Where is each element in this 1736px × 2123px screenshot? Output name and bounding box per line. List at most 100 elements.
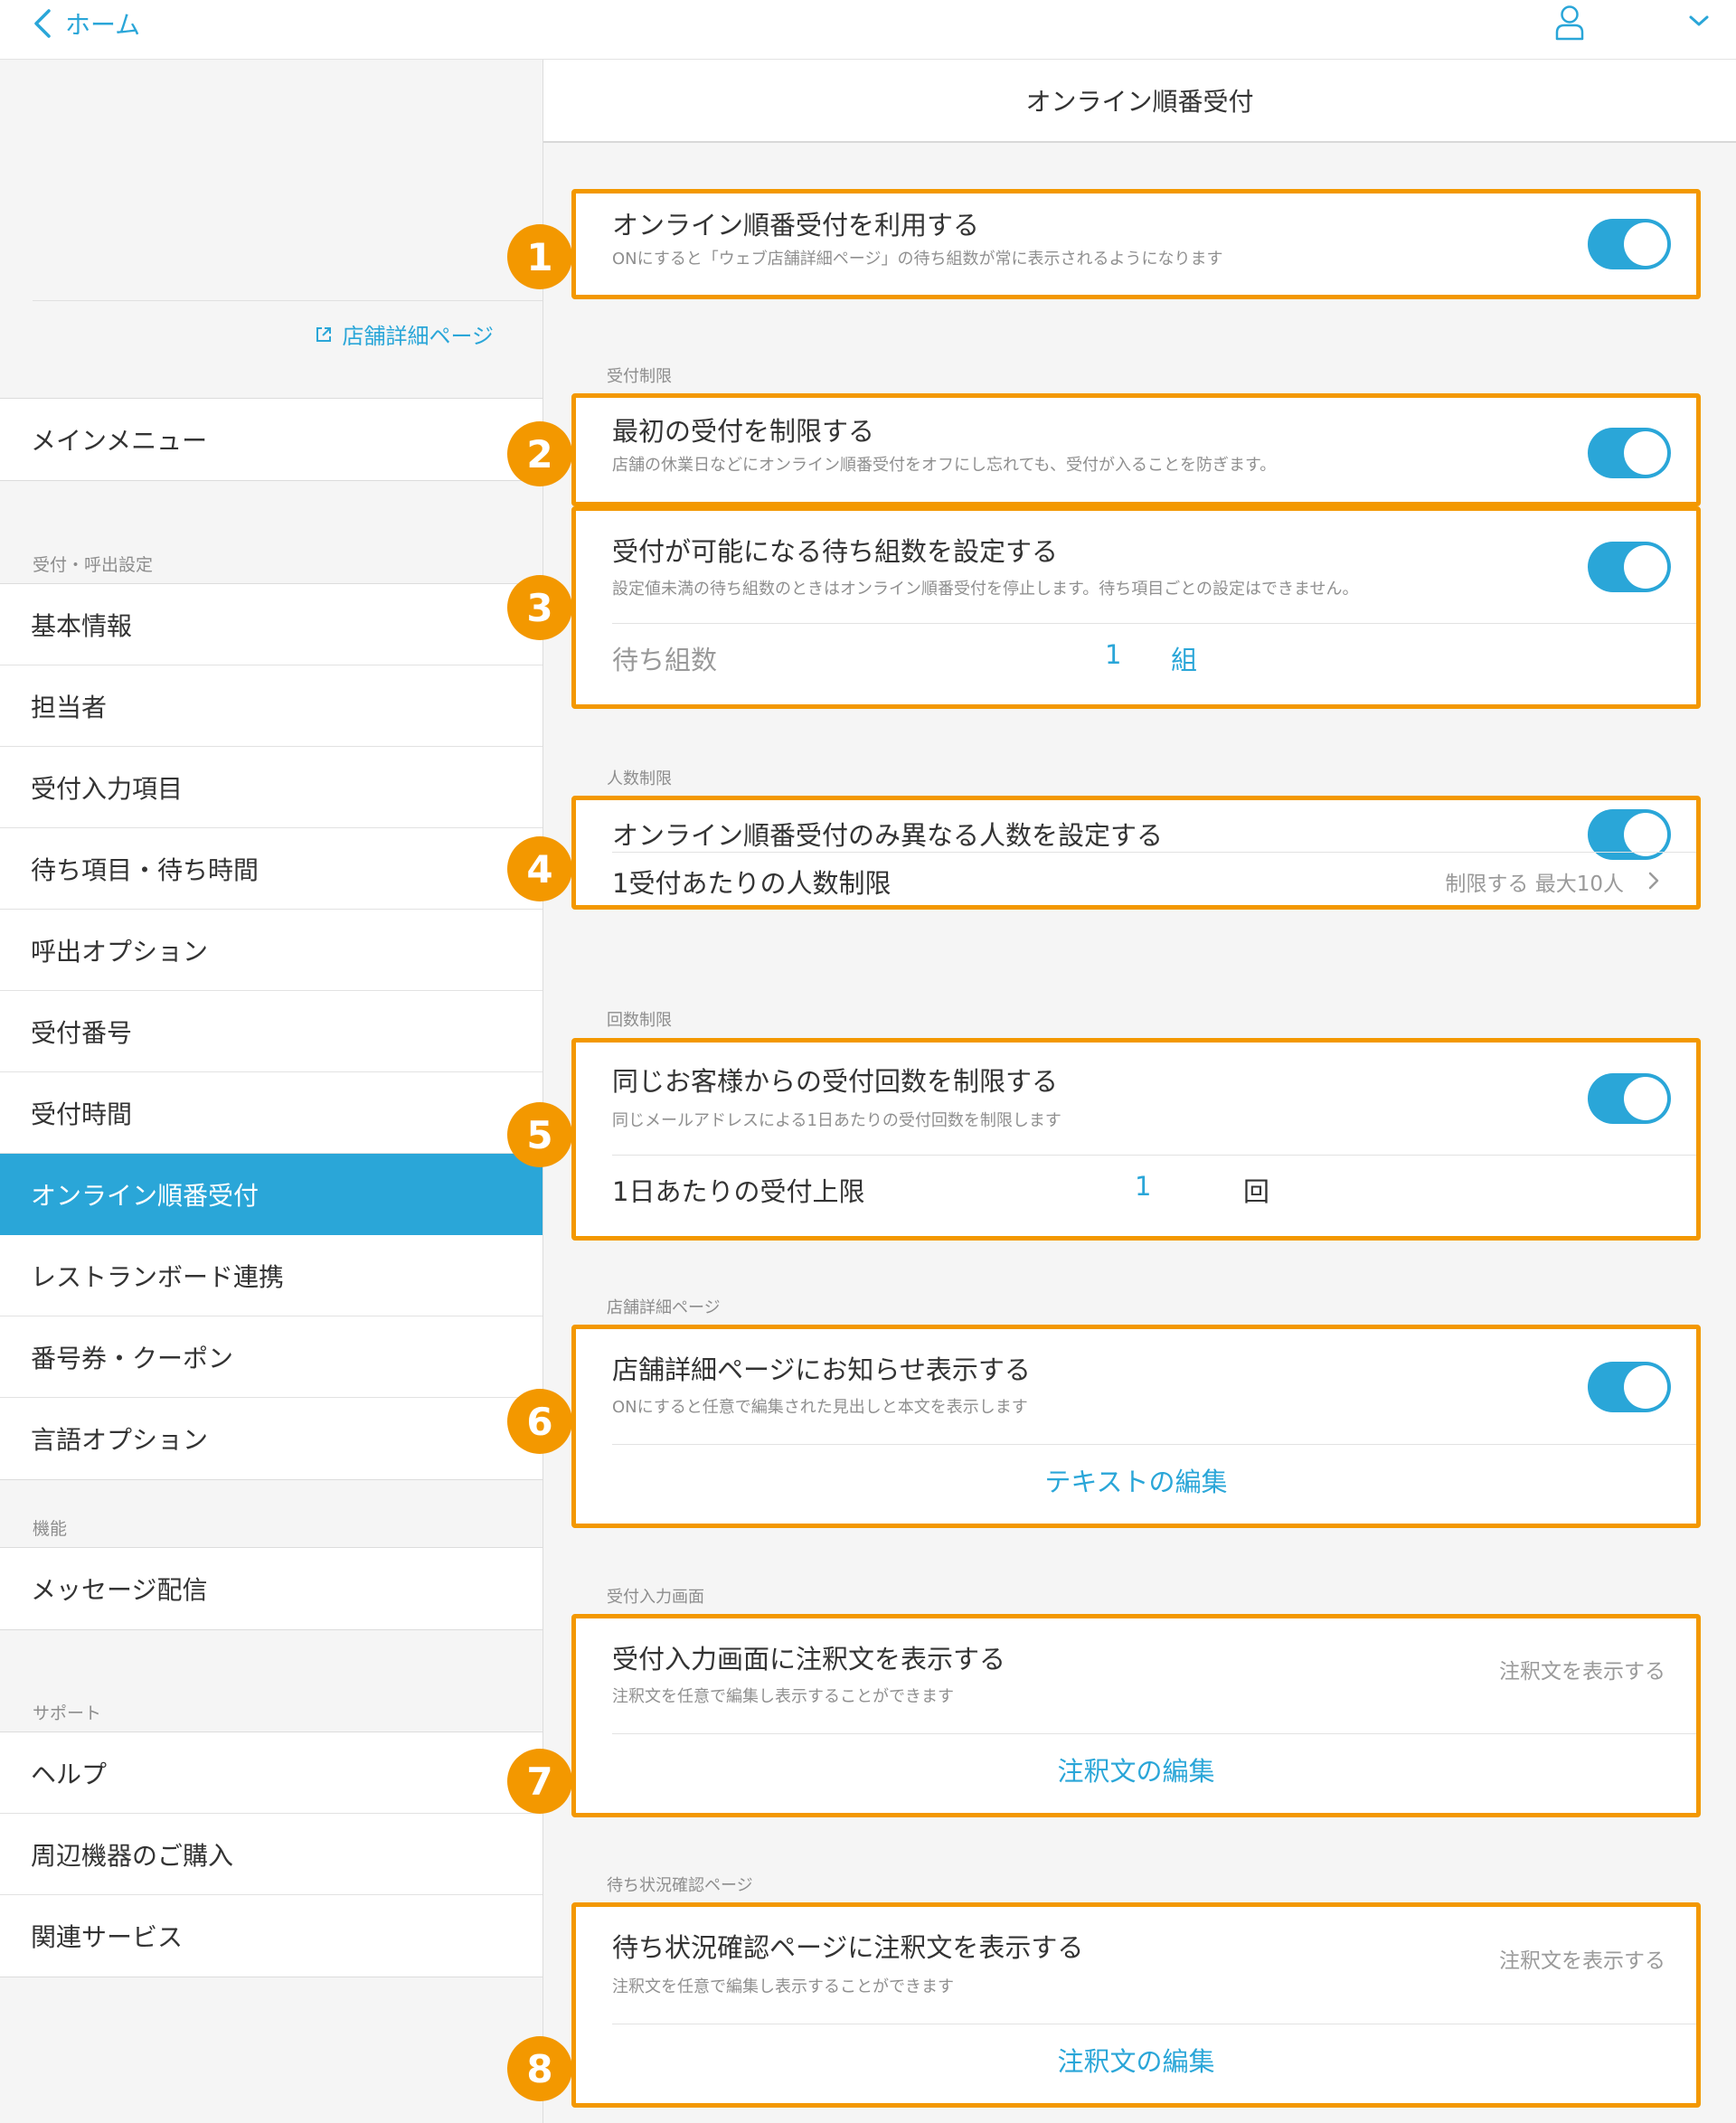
- store-detail-link-label: 店舗詳細ページ: [342, 324, 494, 349]
- divider: [612, 623, 1696, 624]
- card-input-annotation: 受付入力画面に注釈文を表示する 注釈文を任意で編集し表示することができます 注釈…: [571, 1614, 1701, 1817]
- input-annotation-desc: 注釈文を任意で編集し表示することができます: [612, 1687, 954, 1706]
- count-limit-title: 同じお客様からの受付回数を制限する: [612, 1066, 1059, 1097]
- step-badge-5: 5: [507, 1102, 572, 1167]
- wait-threshold-title: 受付が可能になる待ち組数を設定する: [612, 536, 1059, 567]
- sidebar-item-reception-8[interactable]: レストランボード連携: [0, 1235, 542, 1316]
- sidebar-item-reception-7[interactable]: オンライン順番受付: [0, 1154, 542, 1235]
- sidebar-item-reception-0[interactable]: 基本情報: [0, 584, 542, 665]
- user-icon[interactable]: [1553, 4, 1586, 42]
- card-people-limit: オンライン順番受付のみ異なる人数を設定する 1受付あたりの人数制限 制限する 最…: [571, 796, 1701, 910]
- step-badge-7: 7: [507, 1749, 572, 1814]
- toggle-knob: [1624, 431, 1667, 475]
- toggle-knob: [1624, 545, 1667, 589]
- main-menu-group: メインメニュー: [0, 398, 542, 481]
- divider: [33, 300, 542, 301]
- external-link-icon: [316, 326, 332, 342]
- wait-threshold-desc: 設定値未満の待ち組数のときはオンライン順番受付を停止します。待ち項目ごとの設定は…: [612, 580, 1359, 599]
- sidebar: 店舗詳細ページ メインメニュー 受付・呼出設定 基本情報 担当者 受付入力項目 待ち項…: [0, 60, 543, 2123]
- wait-annotation-status[interactable]: 注釈文を表示する: [1499, 1943, 1665, 1974]
- sidebar-item-reception-5[interactable]: 受付番号: [0, 991, 542, 1072]
- first-reception-title: 最初の受付を制限する: [612, 416, 875, 447]
- wait-threshold-toggle[interactable]: [1588, 542, 1671, 592]
- first-reception-desc: 店舗の休業日などにオンライン順番受付をオフにし忘れても、受付が入ることを防ぎます…: [612, 456, 1277, 475]
- toggle-knob: [1624, 1077, 1667, 1120]
- people-per-reception-label: 1受付あたりの人数制限: [612, 868, 892, 899]
- page-title: オンライン順番受付: [543, 60, 1736, 143]
- wait-annotation-title: 待ち状況確認ページに注釈文を表示する: [612, 1932, 1084, 1963]
- section-label-wait: 待ち状況確認ページ: [607, 1876, 753, 1895]
- sidebar-item-reception-3[interactable]: 待ち項目・待ち時間: [0, 828, 542, 910]
- online-reception-title: オンライン順番受付を利用する: [612, 210, 980, 241]
- sidebar-item-main-menu[interactable]: メインメニュー: [0, 399, 542, 480]
- edit-annotation-link[interactable]: 注釈文の編集: [576, 1750, 1696, 1788]
- section-heading-support: サポート: [33, 1703, 102, 1723]
- divider: [612, 1733, 1696, 1734]
- sidebar-item-reception-2[interactable]: 受付入力項目: [0, 747, 542, 828]
- sidebar-item-feature-0[interactable]: メッセージ配信: [0, 1548, 542, 1629]
- back-label: ホーム: [65, 10, 141, 40]
- step-badge-2: 2: [507, 421, 572, 486]
- online-reception-desc: ONにすると「ウェブ店舗詳細ページ」の待ち組数が常に表示されるようになります: [612, 250, 1223, 269]
- toggle-knob: [1624, 813, 1667, 856]
- store-notice-toggle[interactable]: [1588, 1362, 1671, 1412]
- people-per-reception-row[interactable]: 1受付あたりの人数制限 制限する 最大10人: [576, 852, 1696, 910]
- sidebar-item-support-1[interactable]: 周辺機器のご購入: [0, 1814, 542, 1895]
- first-reception-toggle[interactable]: [1588, 428, 1671, 478]
- store-header: 店舗詳細ページ: [0, 60, 542, 400]
- edit-text-link[interactable]: テキストの編集: [576, 1461, 1696, 1499]
- daily-limit-unit: 回: [1243, 1176, 1270, 1207]
- sidebar-item-reception-10[interactable]: 言語オプション: [0, 1398, 542, 1479]
- store-notice-desc: ONにすると任意で編集された見出しと本文を表示します: [612, 1398, 1028, 1417]
- people-per-reception-value: 制限する 最大10人: [1445, 873, 1624, 896]
- count-limit-toggle[interactable]: [1588, 1073, 1671, 1124]
- store-detail-link[interactable]: 店舗詳細ページ: [315, 318, 494, 350]
- step-badge-8: 8: [507, 2036, 572, 2101]
- sidebar-item-reception-9[interactable]: 番号券・クーポン: [0, 1316, 542, 1398]
- chevron-right-icon: [1648, 872, 1659, 890]
- features-group: メッセージ配信: [0, 1547, 542, 1630]
- daily-limit-value[interactable]: 1: [1135, 1171, 1151, 1202]
- store-notice-title: 店舗詳細ページにお知らせ表示する: [612, 1354, 1031, 1385]
- step-badge-1: 1: [507, 224, 572, 289]
- card-wait-group-threshold: 受付が可能になる待ち組数を設定する 設定値未満の待ち組数のときはオンライン順番受…: [571, 506, 1701, 709]
- card-first-reception-limit: 最初の受付を制限する 店舗の休業日などにオンライン順番受付をオフにし忘れても、受…: [571, 393, 1701, 506]
- wait-annotation-desc: 注釈文を任意で編集し表示することができます: [612, 1977, 954, 1996]
- card-reception-count-limit: 同じお客様からの受付回数を制限する 同じメールアドレスによる1日あたりの受付回数…: [571, 1038, 1701, 1241]
- chevron-left-icon: [34, 9, 51, 38]
- sidebar-item-reception-6[interactable]: 受付時間: [0, 1072, 542, 1154]
- count-limit-desc: 同じメールアドレスによる1日あたりの受付回数を制限します: [612, 1111, 1061, 1130]
- toggle-knob: [1624, 1365, 1667, 1409]
- divider: [612, 1155, 1696, 1156]
- card-wait-status-annotation: 待ち状況確認ページに注釈文を表示する 注釈文を任意で編集し表示することができます…: [571, 1902, 1701, 2108]
- back-button[interactable]: ホーム: [33, 5, 140, 42]
- section-label-limit: 受付制限: [607, 367, 672, 386]
- divider: [612, 1444, 1696, 1445]
- sidebar-item-support-2[interactable]: 関連サービス: [0, 1895, 542, 1977]
- section-heading-features: 機能: [33, 1519, 68, 1539]
- edit-wait-annotation-link[interactable]: 注釈文の編集: [576, 2041, 1696, 2079]
- support-group: ヘルプ 周辺機器のご購入 関連サービス: [0, 1731, 542, 1977]
- toggle-knob: [1624, 222, 1667, 266]
- step-badge-3: 3: [507, 575, 572, 640]
- section-label-count: 回数制限: [607, 1011, 672, 1030]
- wait-groups-value[interactable]: 1: [1105, 639, 1121, 670]
- card-online-reception: オンライン順番受付を利用する ONにすると「ウェブ店舗詳細ページ」の待ち組数が常…: [571, 189, 1701, 299]
- input-annotation-title: 受付入力画面に注釈文を表示する: [612, 1644, 1006, 1675]
- section-heading-reception: 受付・呼出設定: [33, 555, 154, 575]
- wait-groups-label: 待ち組数: [612, 645, 718, 675]
- step-badge-6: 6: [507, 1389, 572, 1454]
- sidebar-item-reception-4[interactable]: 呼出オプション: [0, 910, 542, 991]
- sidebar-item-support-0[interactable]: ヘルプ: [0, 1732, 542, 1814]
- sidebar-item-reception-1[interactable]: 担当者: [0, 665, 542, 747]
- section-label-people: 人数制限: [607, 769, 672, 788]
- input-annotation-status[interactable]: 注釈文を表示する: [1499, 1654, 1665, 1684]
- online-reception-toggle[interactable]: [1588, 219, 1671, 269]
- step-badge-4: 4: [507, 836, 572, 901]
- section-label-store: 店舗詳細ページ: [607, 1298, 721, 1317]
- top-bar: ホーム: [0, 0, 1736, 60]
- reception-settings-group: 基本情報 担当者 受付入力項目 待ち項目・待ち時間 呼出オプション 受付番号 受付時間 オンラ…: [0, 583, 542, 1480]
- section-label-input: 受付入力画面: [607, 1588, 704, 1607]
- chevron-down-icon[interactable]: [1687, 13, 1711, 29]
- card-store-notice: 店舗詳細ページにお知らせ表示する ONにすると任意で編集された見出しと本文を表示…: [571, 1325, 1701, 1528]
